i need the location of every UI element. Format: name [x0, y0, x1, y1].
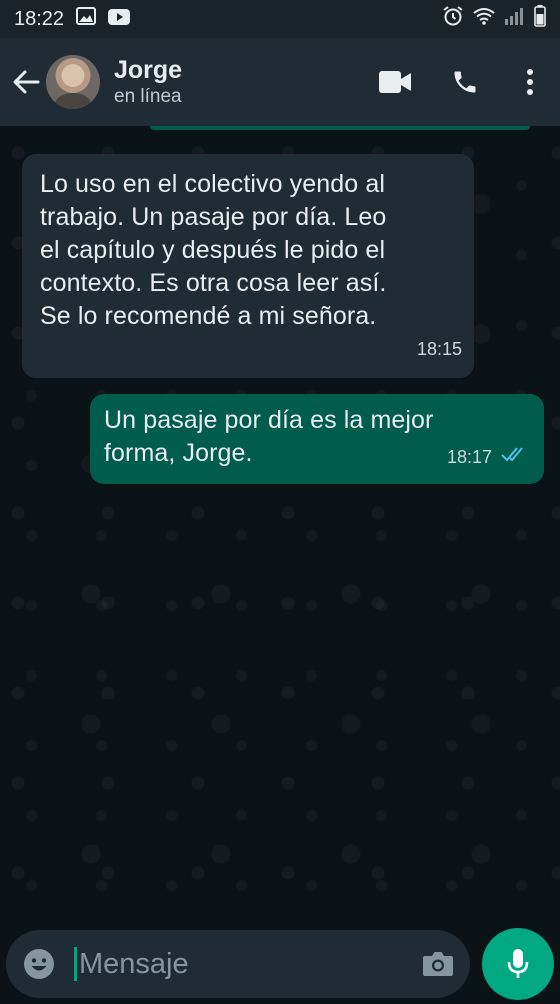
- incoming-message[interactable]: Lo uso en el colectivo yendo al trabajo.…: [22, 154, 474, 378]
- back-button[interactable]: [4, 60, 48, 104]
- double-check-icon: [500, 439, 528, 472]
- contact-name: Jorge: [114, 56, 183, 84]
- signal-icon: [504, 7, 526, 31]
- outgoing-message[interactable]: Un pasaje por día es la mejor forma, Jor…: [90, 394, 544, 484]
- video-call-button[interactable]: [360, 52, 430, 112]
- status-bar: 18:22: [0, 0, 560, 38]
- message-input[interactable]: [79, 947, 389, 981]
- chat-messages-area[interactable]: Lo uso en el colectivo yendo al trabajo.…: [0, 126, 560, 926]
- message-time: 18:15: [416, 339, 462, 359]
- more-options-button[interactable]: [500, 52, 560, 112]
- youtube-notification-icon: [108, 8, 131, 31]
- alarm-icon: [442, 5, 464, 33]
- battery-icon: [534, 5, 546, 33]
- composer-bar: [0, 926, 560, 1004]
- text-cursor: [74, 947, 77, 981]
- contact-avatar[interactable]: [46, 55, 100, 109]
- video-camera-icon: [379, 71, 411, 93]
- emoji-button[interactable]: [6, 930, 72, 998]
- microphone-icon: [507, 949, 529, 978]
- emoji-icon: [24, 949, 54, 979]
- message-composer: [6, 930, 470, 998]
- message-time: 18:17: [446, 447, 492, 467]
- camera-icon: [423, 952, 453, 976]
- more-vertical-icon: [527, 69, 533, 95]
- voice-message-button[interactable]: [482, 928, 554, 1000]
- status-time: 18:22: [14, 7, 65, 30]
- gallery-notification-icon: [76, 7, 97, 31]
- phone-icon: [454, 71, 476, 93]
- voice-call-button[interactable]: [430, 52, 500, 112]
- contact-status: en línea: [114, 86, 182, 107]
- previous-message-edge: [150, 126, 530, 130]
- chat-header: Jorge en línea: [0, 38, 560, 126]
- wifi-icon: [472, 7, 496, 31]
- contact-info[interactable]: Jorge en línea: [114, 55, 182, 109]
- camera-button[interactable]: [406, 930, 470, 998]
- arrow-left-icon: [13, 70, 40, 94]
- message-text: Lo uso en el colectivo yendo al trabajo.…: [40, 170, 387, 330]
